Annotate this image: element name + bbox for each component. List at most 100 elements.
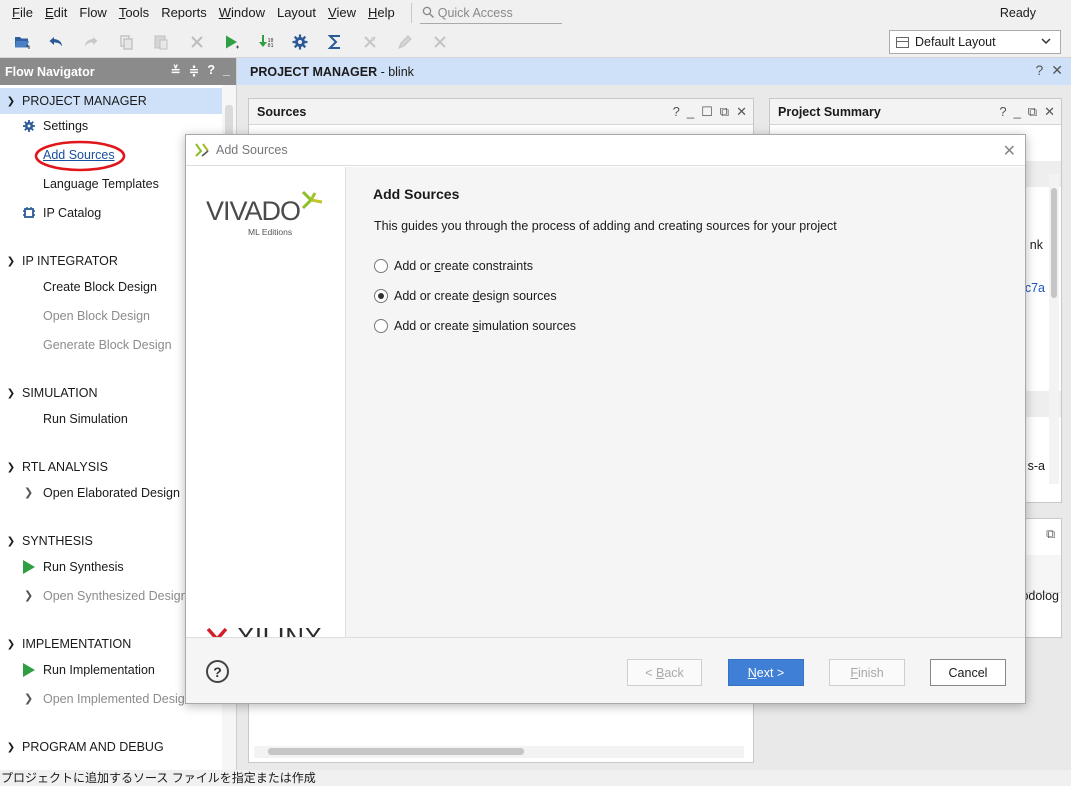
- minimize-icon[interactable]: _: [223, 63, 230, 78]
- help-icon[interactable]: ?: [999, 104, 1006, 120]
- help-icon[interactable]: ?: [673, 104, 680, 120]
- horizontal-scrollbar[interactable]: [254, 746, 744, 758]
- option-simulation-sources-label: Add or create simulation sources: [394, 319, 577, 333]
- report-sum-button[interactable]: [324, 31, 346, 53]
- option-constraints[interactable]: Add or create constraints: [374, 259, 533, 273]
- delete-button[interactable]: [186, 31, 208, 53]
- open-project-button[interactable]: [11, 31, 33, 53]
- layout-select-value: Default Layout: [915, 35, 996, 49]
- help-icon[interactable]: ?: [1035, 62, 1043, 79]
- nav-open-block-design[interactable]: Open Block Design: [43, 305, 150, 327]
- chevron-down-icon: ❯: [6, 461, 16, 473]
- chevron-right-icon[interactable]: ❯: [24, 486, 33, 499]
- back-button[interactable]: < Back: [627, 659, 702, 686]
- menu-reports[interactable]: Reports: [155, 0, 213, 26]
- menu-tools[interactable]: Tools: [113, 0, 155, 26]
- help-icon[interactable]: ?: [207, 63, 215, 78]
- menu-view[interactable]: View: [322, 0, 362, 26]
- chevron-right-icon[interactable]: ❯: [24, 692, 33, 705]
- sources-panel-title: Sources: [257, 104, 307, 119]
- status-bar: プロジェクトに追加するソース ファイルを指定または作成: [0, 770, 1071, 786]
- sources-panel-header: Sources ? _ ☐ ⧉ ✕: [249, 99, 753, 125]
- project-header-icons: ? ✕: [1035, 62, 1063, 79]
- project-summary-title: Project Summary: [778, 104, 881, 119]
- option-simulation-sources[interactable]: Add or create simulation sources: [374, 319, 576, 333]
- play-icon: [23, 560, 35, 574]
- option-design-sources[interactable]: Add or create design sources: [374, 289, 557, 303]
- nav-settings[interactable]: Settings: [43, 115, 88, 137]
- nav-run-synthesis[interactable]: Run Synthesis: [43, 556, 124, 578]
- generate-bitstream-button[interactable]: 10 01: [255, 31, 277, 53]
- nav-run-implementation[interactable]: Run Implementation: [43, 659, 155, 681]
- minimize-icon[interactable]: _: [1014, 104, 1021, 120]
- cancel-button[interactable]: Cancel: [930, 659, 1006, 686]
- nav-generate-block-design[interactable]: Generate Block Design: [43, 334, 172, 356]
- dialog-title: Add Sources: [216, 143, 288, 157]
- minimize-icon[interactable]: _: [687, 104, 694, 120]
- next-button[interactable]: Next >: [728, 659, 804, 686]
- project-manager-title: PROJECT MANAGER: [250, 64, 378, 79]
- debug-button[interactable]: [359, 31, 381, 53]
- redo-button[interactable]: [80, 31, 102, 53]
- help-button[interactable]: ?: [206, 660, 229, 683]
- section-project-manager[interactable]: ❯ PROJECT MANAGER: [0, 88, 222, 114]
- svg-text:01: 01: [268, 43, 274, 49]
- summary-fragment: s-a: [1027, 459, 1045, 473]
- nav-open-implemented-design[interactable]: Open Implemented Design: [43, 688, 192, 710]
- collapse-all-icon[interactable]: ≚: [170, 63, 180, 78]
- scrollbar-thumb[interactable]: [1051, 188, 1057, 298]
- nav-ip-catalog[interactable]: IP Catalog: [43, 202, 101, 224]
- ip-chip-icon: [23, 207, 35, 218]
- nav-language-templates[interactable]: Language Templates: [43, 173, 159, 195]
- menu-flow[interactable]: Flow: [73, 0, 112, 26]
- nav-open-synthesized-design[interactable]: Open Synthesized Design: [43, 585, 188, 607]
- vivado-logo: VIVADO: [206, 196, 301, 227]
- summary-fragment: odolog: [1021, 589, 1059, 603]
- marker-button[interactable]: [394, 31, 416, 53]
- float-icon[interactable]: ⧉: [1046, 527, 1055, 542]
- close-icon[interactable]: ✕: [1044, 104, 1055, 120]
- cancel-run-button[interactable]: [429, 31, 451, 53]
- panel-icons: ? _ ⧉ ✕: [999, 104, 1055, 120]
- settings-button[interactable]: [289, 31, 311, 53]
- gear-icon: [292, 34, 308, 50]
- close-icon[interactable]: ✕: [1003, 141, 1016, 161]
- copy-button[interactable]: [115, 31, 137, 53]
- maximize-icon[interactable]: ☐: [701, 104, 713, 120]
- undo-button[interactable]: [45, 31, 67, 53]
- float-icon[interactable]: ⧉: [1028, 104, 1037, 120]
- menu-layout[interactable]: Layout: [271, 0, 322, 26]
- finish-button[interactable]: Finish: [829, 659, 905, 686]
- annotation-ellipse: [34, 140, 126, 172]
- vertical-scrollbar[interactable]: [1049, 174, 1059, 484]
- menu-file[interactable]: File: [0, 0, 39, 26]
- paste-button[interactable]: [150, 31, 172, 53]
- scrollbar-thumb[interactable]: [268, 748, 524, 755]
- add-sources-dialog: Add Sources ✕ VIVADO ML Editions XILINX …: [185, 134, 1026, 704]
- summary-link-fragment[interactable]: c7a: [1025, 281, 1045, 295]
- summary-fragment: nk: [1029, 238, 1043, 252]
- layout-select[interactable]: Default Layout: [889, 30, 1061, 54]
- radio-design-sources[interactable]: [374, 289, 388, 303]
- menu-help[interactable]: Help: [362, 0, 401, 26]
- nav-create-block-design[interactable]: Create Block Design: [43, 276, 157, 298]
- radio-constraints[interactable]: [374, 259, 388, 273]
- play-icon: [226, 35, 239, 49]
- float-icon[interactable]: ⧉: [720, 104, 729, 120]
- chevron-down-icon: [1041, 38, 1051, 45]
- close-icon[interactable]: ✕: [1051, 62, 1063, 79]
- nav-run-simulation[interactable]: Run Simulation: [43, 408, 128, 430]
- section-program-debug[interactable]: ❯ PROGRAM AND DEBUG: [0, 734, 222, 760]
- nav-open-elaborated-design[interactable]: Open Elaborated Design: [43, 482, 180, 504]
- chevron-right-icon[interactable]: ❯: [24, 589, 33, 602]
- close-icon[interactable]: ✕: [736, 104, 747, 120]
- chevron-down-icon: ❯: [6, 387, 16, 399]
- debug-x-icon: [364, 36, 376, 48]
- radio-simulation-sources[interactable]: [374, 319, 388, 333]
- menu-window[interactable]: Window: [213, 0, 271, 26]
- menu-edit[interactable]: Edit: [39, 0, 73, 26]
- run-button[interactable]: [220, 31, 242, 53]
- expand-all-icon[interactable]: ≑: [189, 63, 199, 78]
- option-constraints-label: Add or create constraints: [394, 259, 533, 273]
- quick-access-input[interactable]: Quick Access: [419, 2, 562, 24]
